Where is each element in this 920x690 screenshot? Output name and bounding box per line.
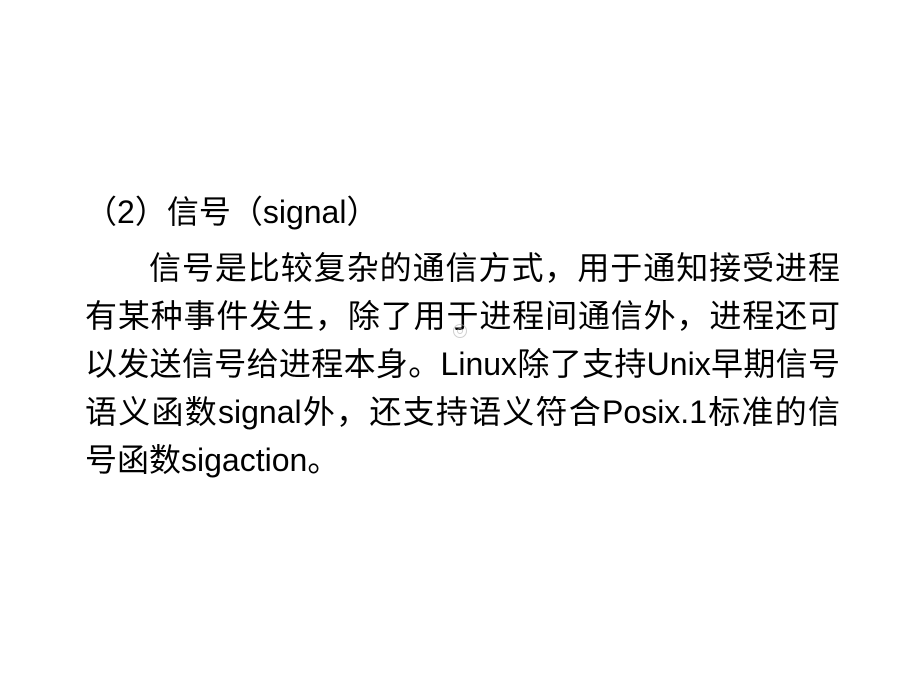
body-linux: Linux <box>441 346 518 382</box>
heading-number: 2 <box>117 194 135 230</box>
body-posix: Posix.1 <box>602 394 707 430</box>
heading-close: ） <box>346 194 378 230</box>
watermark-icon <box>453 324 467 338</box>
heading-prefix: （ <box>85 194 117 230</box>
heading-suffix: ）信号（ <box>135 194 263 230</box>
body-sigaction: sigaction <box>181 442 307 478</box>
body-text-2: 除了支持 <box>517 346 647 382</box>
heading-term: signal <box>263 194 347 230</box>
section-heading: （2）信号（signal） <box>85 188 840 236</box>
body-unix: Unix <box>647 346 711 382</box>
body-text-4: 外，还支持语义符合 <box>302 394 602 430</box>
body-signal: signal <box>218 394 302 430</box>
body-end: 。 <box>307 442 339 478</box>
body-paragraph: 信号是比较复杂的通信方式，用于通知接受进程有某种事件发生，除了用于进程间通信外，… <box>85 244 840 484</box>
